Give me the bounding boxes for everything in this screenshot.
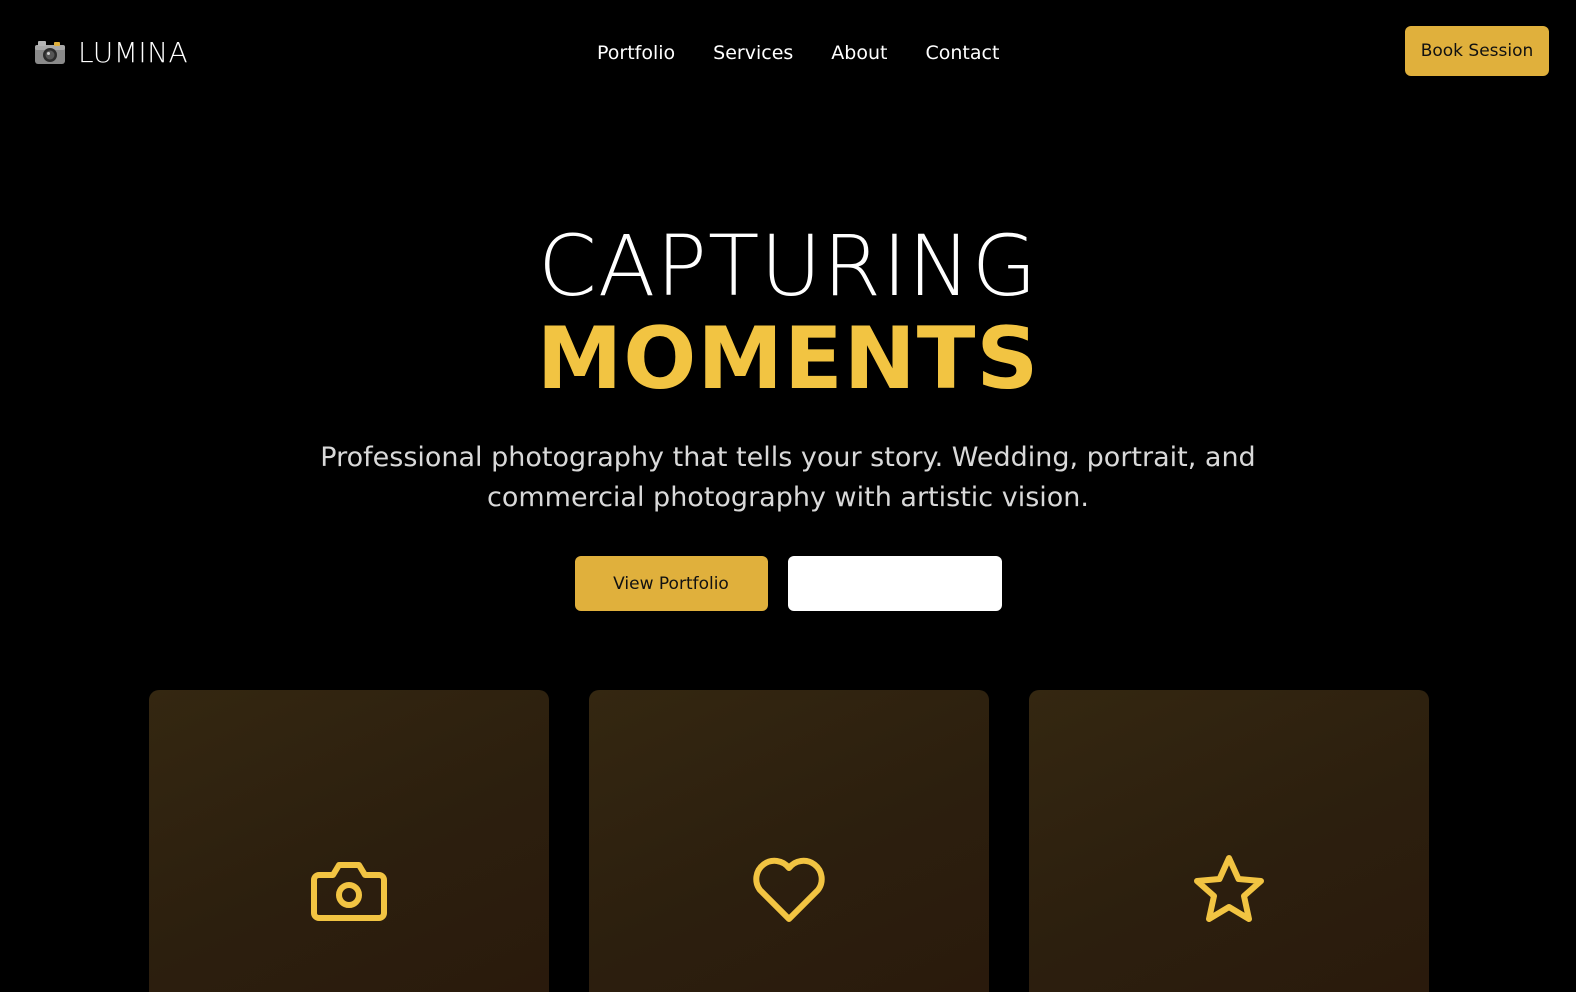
- camera-icon: [309, 850, 389, 930]
- hero-section: CAPTURING MOMENTS: [0, 220, 1576, 406]
- nav-link-services[interactable]: Services: [713, 42, 793, 64]
- hero-subtitle: Professional photography that tells your…: [320, 442, 1256, 513]
- feature-card-commercial[interactable]: [1029, 690, 1429, 992]
- star-icon: [1189, 850, 1269, 930]
- camera-with-flash-icon: [34, 38, 66, 66]
- feature-card-weddings[interactable]: [589, 690, 989, 992]
- nav-link-contact[interactable]: Contact: [925, 42, 999, 64]
- nav-link-about[interactable]: About: [831, 42, 887, 64]
- hero-title-line2: MOMENTS: [536, 309, 1040, 409]
- brand-logo[interactable]: LUMINA: [34, 34, 188, 70]
- feature-card-photography[interactable]: [149, 690, 549, 992]
- view-portfolio-button[interactable]: View Portfolio: [574, 556, 768, 611]
- secondary-cta-button[interactable]: [787, 556, 1002, 611]
- book-session-button[interactable]: Book Session: [1405, 26, 1549, 76]
- heart-icon: [749, 850, 829, 930]
- brand-name: LUMINA: [78, 35, 189, 69]
- nav-link-portfolio[interactable]: Portfolio: [597, 42, 675, 64]
- site-header: LUMINA Portfolio Services About Contact …: [0, 0, 1576, 104]
- hero-cta-row: View Portfolio: [0, 556, 1576, 611]
- main-nav: Portfolio Services About Contact: [597, 38, 999, 68]
- feature-cards: [149, 690, 1429, 992]
- page: LUMINA Portfolio Services About Contact …: [0, 0, 1576, 992]
- hero-title-line1: CAPTURING: [538, 217, 1038, 315]
